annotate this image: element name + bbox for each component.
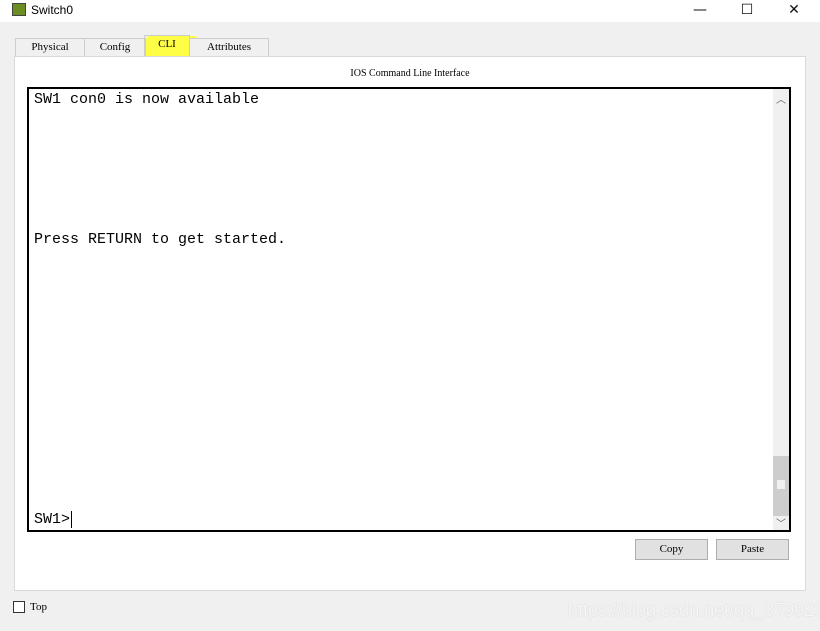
minimize-button[interactable]: — — [680, 0, 720, 22]
copy-button[interactable]: Copy — [635, 539, 708, 560]
title-bar: Switch0 — ☐ ✕ — [0, 0, 820, 22]
tab-config[interactable]: Config — [84, 38, 146, 56]
maximize-button[interactable]: ☐ — [727, 0, 767, 22]
terminal-prompt[interactable]: SW1> — [34, 511, 82, 528]
tab-attributes[interactable]: Attributes — [189, 38, 269, 56]
paste-button[interactable]: Paste — [716, 539, 789, 560]
top-label: Top — [30, 601, 47, 613]
window-title: Switch0 — [31, 3, 74, 17]
tab-cli[interactable]: CLI — [144, 35, 190, 57]
vertical-scrollbar[interactable]: ︿ ﹀ — [773, 89, 789, 530]
terminal-line: Press RETURN to get started. — [34, 231, 287, 248]
top-checkbox[interactable] — [13, 601, 25, 613]
watermark: https://blog.csdn.net/qq_37992321 — [568, 600, 820, 620]
terminal-output[interactable]: SW1 con0 is now available Press RETURN t… — [27, 87, 791, 532]
tab-physical[interactable]: Physical — [15, 38, 85, 56]
scroll-down-icon[interactable]: ﹀ — [773, 515, 789, 530]
prompt-text: SW1> — [34, 511, 71, 528]
terminal-line: SW1 con0 is now available — [34, 91, 260, 108]
cli-panel: IOS Command Line Interface SW1 con0 is n… — [14, 56, 806, 591]
scroll-up-icon[interactable]: ︿ — [773, 91, 789, 106]
scroll-thumb[interactable] — [773, 456, 789, 516]
panel-title: IOS Command Line Interface — [350, 68, 470, 79]
close-button[interactable]: ✕ — [774, 0, 814, 22]
switch-app-icon — [12, 3, 26, 16]
text-cursor — [71, 511, 82, 528]
